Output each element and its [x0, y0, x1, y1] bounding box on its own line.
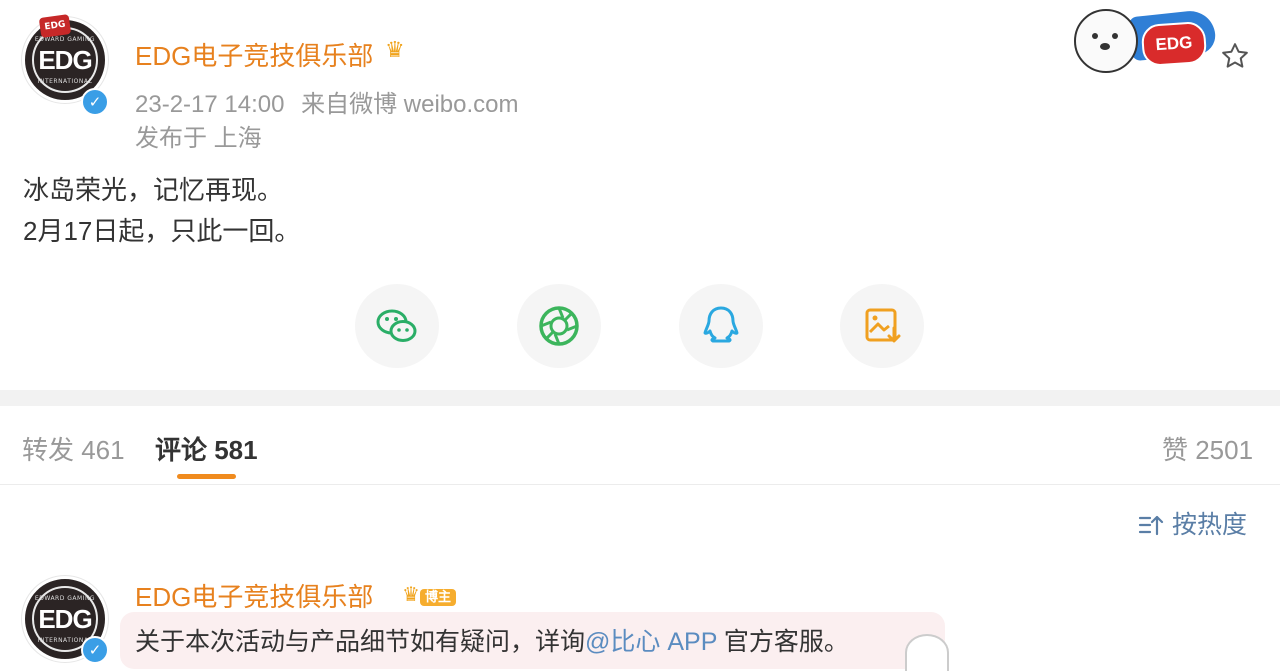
share-moments-button[interactable] — [517, 284, 601, 368]
comment-text-after: 官方客服。 — [723, 628, 849, 656]
share-wechat-button[interactable] — [355, 284, 439, 368]
avatar-top-text: EDWARD GAMING — [34, 36, 96, 43]
post-timestamp: 23-2-17 14:00 来自微博 weibo.com — [135, 84, 519, 119]
tab-repost[interactable]: 转发 461 — [22, 430, 125, 467]
tab-comments[interactable]: 评论 581 — [155, 430, 258, 467]
crown-icon: ♛ — [385, 38, 405, 63]
sort-label: 按热度 — [1172, 511, 1248, 539]
avatar-logo: EDG — [38, 604, 92, 634]
avatar-logo: EDG — [38, 45, 92, 75]
dog-face — [1074, 9, 1138, 73]
content-line-1: 冰岛荣光，记忆再现。 — [23, 175, 284, 205]
timestamp-text: 23-2-17 14:00 — [135, 91, 285, 118]
dog-sticker: EDG — [1070, 5, 1260, 75]
avatar-top-text: EDWARD GAMING — [34, 595, 96, 602]
qq-icon — [703, 306, 739, 343]
section-divider — [0, 390, 1280, 406]
save-image-icon — [865, 308, 901, 343]
share-qq-button[interactable] — [679, 284, 763, 368]
sticker-heart-badge: EDG — [1140, 20, 1208, 68]
active-tab-indicator — [177, 474, 236, 479]
comment-author-name[interactable]: EDG电子竞技俱乐部 — [135, 577, 373, 614]
blogger-badge: 博主 — [419, 589, 456, 606]
crown-icon: ♛ — [402, 582, 420, 606]
tabs-bottom-border — [0, 484, 1280, 485]
save-image-button[interactable] — [840, 284, 924, 368]
bubble-dog-sticker — [905, 634, 949, 671]
tab-likes[interactable]: 赞 2501 — [1162, 430, 1253, 467]
author-badge: ♛ 博主 — [402, 582, 456, 606]
verified-icon: ✓ — [81, 88, 109, 116]
content-line-2: 2月17日起，只此一回。 — [23, 216, 301, 246]
source-text: 来自微博 weibo.com — [301, 91, 519, 118]
post-content: 冰岛荣光，记忆再现。 2月17日起，只此一回。 — [23, 170, 300, 252]
comment-text-before: 关于本次活动与产品细节如有疑问，详询 — [135, 628, 586, 656]
sort-button[interactable]: 按热度 — [1138, 505, 1247, 541]
post-location: 发布于 上海 — [135, 125, 262, 152]
moments-icon — [539, 306, 579, 346]
wechat-icon — [376, 309, 417, 342]
edg-sticker: EDG — [38, 14, 72, 38]
sort-icon — [1138, 515, 1164, 536]
star-icon[interactable] — [1220, 41, 1250, 71]
author-name[interactable]: EDG电子竞技俱乐部 — [135, 36, 373, 73]
mention-link[interactable]: @比心 APP — [585, 628, 717, 656]
avatar-bottom-text: INTERNATIONAL — [37, 78, 93, 85]
comment-text: 关于本次活动与产品细节如有疑问，详询@比心 APP 官方客服。 — [135, 622, 849, 658]
comment-verified-icon: ✓ — [81, 636, 109, 664]
